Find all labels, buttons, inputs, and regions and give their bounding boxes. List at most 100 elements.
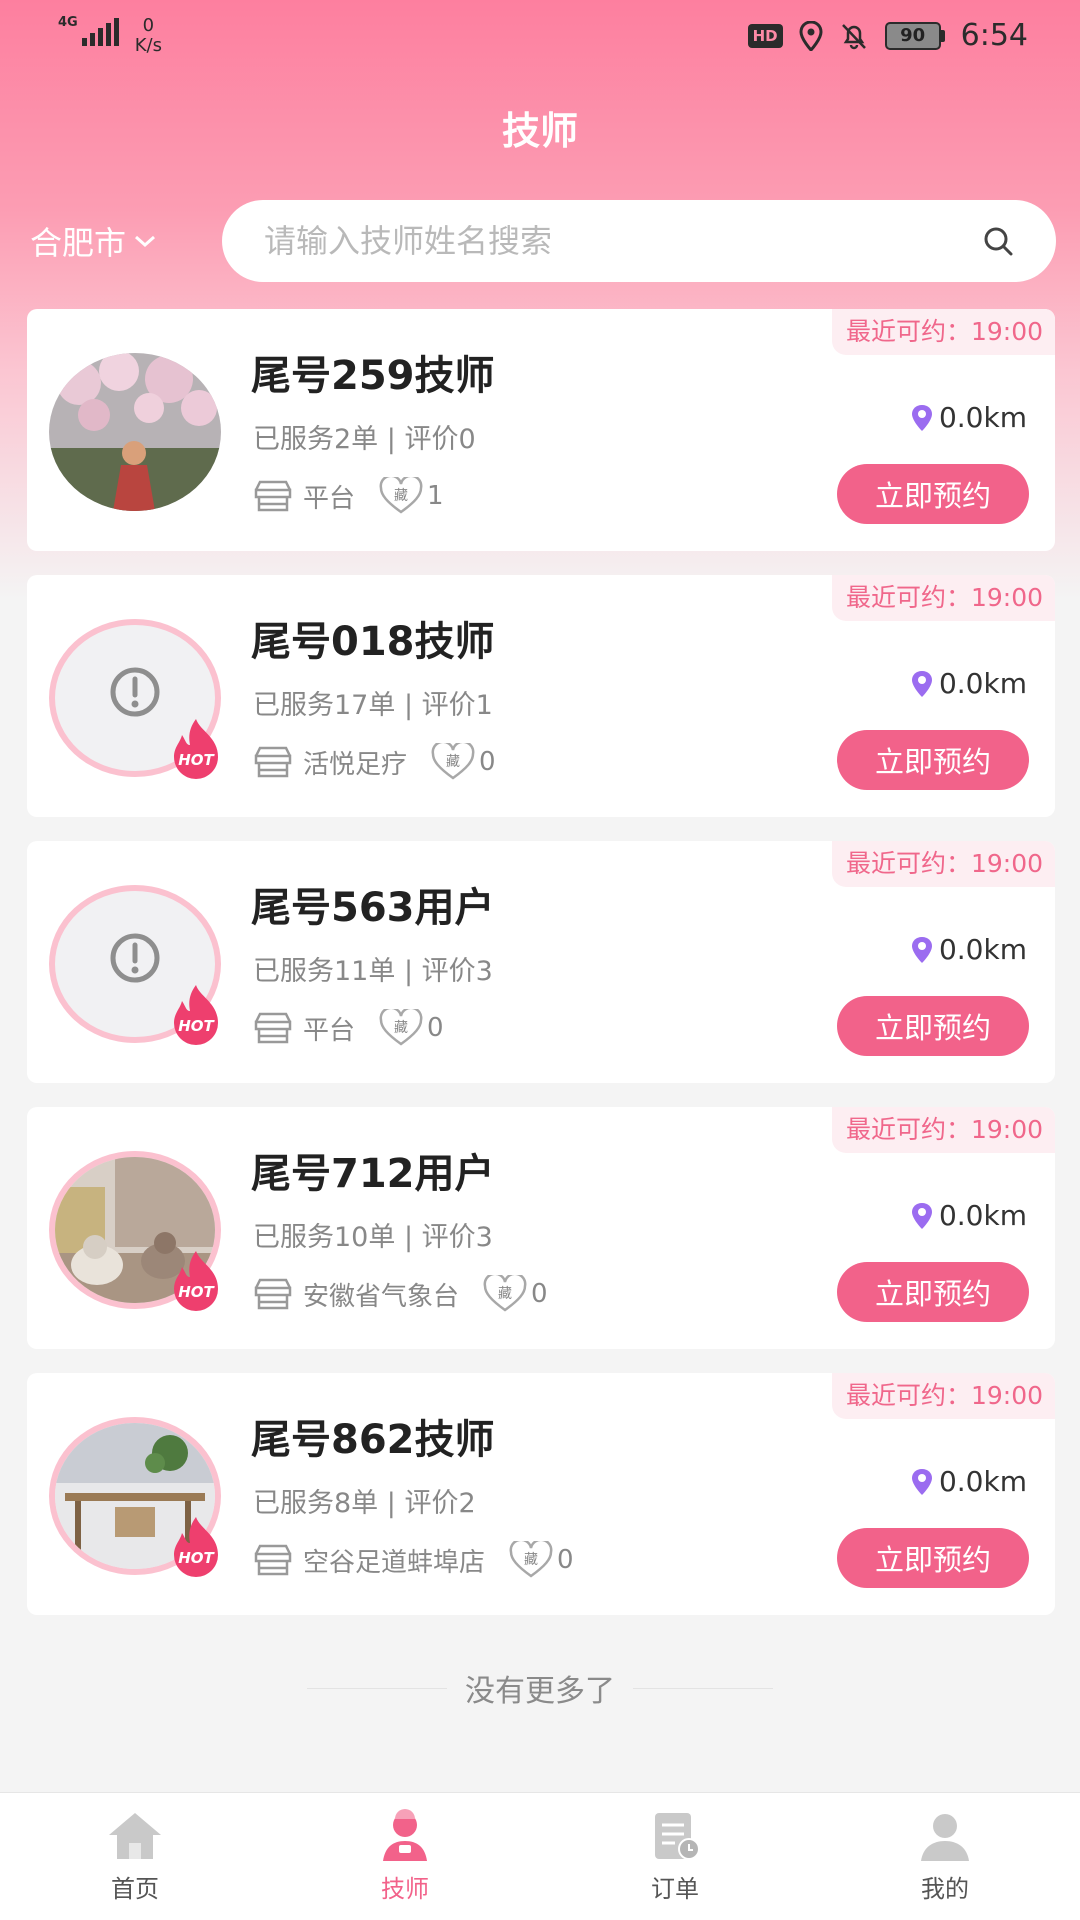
clock: 6:54 bbox=[960, 18, 1028, 53]
shop-name: 平台 bbox=[303, 1015, 356, 1046]
technician-card[interactable]: 最近可约：19:00 HOT 尾号712用户 已服务10单 | 评价3 安徽省气… bbox=[27, 1107, 1055, 1349]
shop-icon bbox=[254, 1012, 292, 1044]
svg-text:HOT: HOT bbox=[178, 1017, 215, 1035]
divider bbox=[307, 1687, 447, 1689]
recent-available-tag: 最近可约：19:00 bbox=[831, 1107, 1055, 1153]
technician-name: 尾号563用户 bbox=[251, 885, 495, 931]
svg-text:HOT: HOT bbox=[178, 1549, 215, 1567]
tab-profile[interactable]: 我的 bbox=[810, 1793, 1080, 1920]
shop-name: 安徽省气象台 bbox=[303, 1281, 460, 1312]
tab-orders[interactable]: 订单 bbox=[540, 1793, 810, 1920]
technician-name: 尾号259技师 bbox=[251, 353, 495, 399]
hot-badge-icon: HOT bbox=[174, 719, 218, 779]
technician-card[interactable]: 最近可约：19:00 尾号259技师 已服务2单 | 评价0 平台 藏 1 0.… bbox=[27, 309, 1055, 551]
net-speed: 0 K/s bbox=[134, 15, 162, 56]
technician-meta: 平台 藏 1 bbox=[253, 477, 444, 515]
heart-icon: 藏 bbox=[509, 1541, 553, 1578]
city-label: 合肥市 bbox=[30, 224, 127, 262]
heart-icon: 藏 bbox=[431, 743, 475, 780]
technician-card[interactable]: 最近可约：19:00 HOT 尾号862技师 已服务8单 | 评价2 空谷足道蚌… bbox=[27, 1373, 1055, 1615]
avatar[interactable]: HOT bbox=[49, 1151, 227, 1313]
recent-available-tag: 最近可约：19:00 bbox=[831, 1373, 1055, 1419]
distance: 0.0km bbox=[911, 1199, 1027, 1232]
service-stats: 已服务11单 | 评价3 bbox=[253, 956, 493, 987]
search-bar[interactable] bbox=[222, 200, 1056, 282]
svg-text:藏: 藏 bbox=[498, 1286, 512, 1302]
network-type: 4G bbox=[58, 15, 78, 30]
svg-text:HOT: HOT bbox=[178, 751, 215, 769]
avatar-photo bbox=[49, 353, 221, 511]
chevron-down-icon bbox=[135, 235, 156, 248]
mute-bell-icon bbox=[841, 23, 866, 49]
hot-badge-icon: HOT bbox=[174, 1517, 218, 1577]
end-of-list: 没有更多了 bbox=[0, 1666, 1080, 1710]
avatar[interactable]: HOT bbox=[49, 885, 227, 1047]
svg-text:藏: 藏 bbox=[524, 1552, 538, 1568]
favorite-count[interactable]: 藏 0 bbox=[431, 743, 496, 781]
hot-badge-icon: HOT bbox=[174, 985, 218, 1045]
shop-name: 平台 bbox=[303, 483, 356, 514]
svg-text:藏: 藏 bbox=[394, 1020, 408, 1036]
service-stats: 已服务17单 | 评价1 bbox=[253, 690, 493, 721]
hd-icon: HD bbox=[747, 23, 783, 48]
status-bar: 4G 0 K/s HD 90 6:54 bbox=[0, 0, 1080, 80]
search-icon[interactable] bbox=[982, 225, 1014, 257]
profile-icon bbox=[921, 1814, 969, 1861]
book-now-button[interactable]: 立即预约 bbox=[837, 464, 1029, 524]
technician-icon bbox=[383, 1809, 427, 1861]
technician-name: 尾号712用户 bbox=[251, 1151, 495, 1197]
technician-card[interactable]: 最近可约：19:00 HOT 尾号563用户 已服务11单 | 评价3 平台 藏… bbox=[27, 841, 1055, 1083]
service-stats: 已服务10单 | 评价3 bbox=[253, 1222, 493, 1253]
tab-technician[interactable]: 技师 bbox=[270, 1793, 540, 1920]
technician-name: 尾号862技师 bbox=[251, 1417, 495, 1463]
favorite-count[interactable]: 藏 0 bbox=[483, 1275, 548, 1313]
avatar[interactable] bbox=[49, 353, 227, 515]
technician-name: 尾号018技师 bbox=[251, 619, 495, 665]
book-now-button[interactable]: 立即预约 bbox=[837, 996, 1029, 1056]
home-icon bbox=[109, 1813, 161, 1859]
recent-available-tag: 最近可约：19:00 bbox=[831, 309, 1055, 355]
service-stats: 已服务2单 | 评价0 bbox=[253, 424, 476, 455]
technician-meta: 平台 藏 0 bbox=[253, 1009, 444, 1047]
avatar[interactable]: HOT bbox=[49, 619, 227, 781]
location-status-icon bbox=[799, 20, 823, 51]
favorite-count[interactable]: 藏 1 bbox=[379, 477, 444, 515]
city-selector[interactable]: 合肥市 bbox=[30, 218, 156, 264]
book-now-button[interactable]: 立即预约 bbox=[837, 1262, 1029, 1322]
technician-meta: 活悦足疗 藏 0 bbox=[253, 743, 496, 781]
technician-list: 最近可约：19:00 尾号259技师 已服务2单 | 评价0 平台 藏 1 0.… bbox=[27, 309, 1055, 1639]
svg-text:藏: 藏 bbox=[446, 754, 460, 770]
svg-text:藏: 藏 bbox=[394, 488, 408, 504]
page-title: 技师 bbox=[501, 109, 578, 153]
bottom-tab-bar: 首页 技师 订单 我的 bbox=[0, 1792, 1080, 1920]
divider bbox=[633, 1687, 773, 1689]
distance: 0.0km bbox=[911, 1465, 1027, 1498]
distance: 0.0km bbox=[911, 933, 1027, 966]
heart-icon: 藏 bbox=[379, 1009, 423, 1046]
book-now-button[interactable]: 立即预约 bbox=[837, 1528, 1029, 1588]
favorite-count[interactable]: 藏 0 bbox=[379, 1009, 444, 1047]
location-pin-icon bbox=[911, 936, 932, 963]
shop-name: 空谷足道蚌埠店 bbox=[303, 1547, 486, 1578]
shop-icon bbox=[254, 1278, 292, 1310]
tab-home[interactable]: 首页 bbox=[0, 1793, 270, 1920]
technician-meta: 安徽省气象台 藏 0 bbox=[253, 1275, 548, 1313]
distance: 0.0km bbox=[911, 667, 1027, 700]
shop-icon bbox=[254, 746, 292, 778]
avatar[interactable]: HOT bbox=[49, 1417, 227, 1579]
heart-icon: 藏 bbox=[379, 477, 423, 514]
shop-icon bbox=[254, 480, 292, 512]
search-input[interactable] bbox=[264, 222, 964, 260]
signal-icon bbox=[81, 16, 119, 46]
technician-card[interactable]: 最近可约：19:00 HOT 尾号018技师 已服务17单 | 评价1 活悦足疗… bbox=[27, 575, 1055, 817]
recent-available-tag: 最近可约：19:00 bbox=[831, 575, 1055, 621]
heart-icon: 藏 bbox=[483, 1275, 527, 1312]
svg-text:HOT: HOT bbox=[178, 1283, 215, 1301]
battery-icon: 90 bbox=[884, 21, 945, 50]
favorite-count[interactable]: 藏 0 bbox=[509, 1541, 574, 1579]
technician-meta: 空谷足道蚌埠店 藏 0 bbox=[253, 1541, 574, 1579]
distance: 0.0km bbox=[911, 401, 1027, 434]
location-pin-icon bbox=[911, 670, 932, 697]
order-icon bbox=[655, 1813, 700, 1860]
book-now-button[interactable]: 立即预约 bbox=[837, 730, 1029, 790]
